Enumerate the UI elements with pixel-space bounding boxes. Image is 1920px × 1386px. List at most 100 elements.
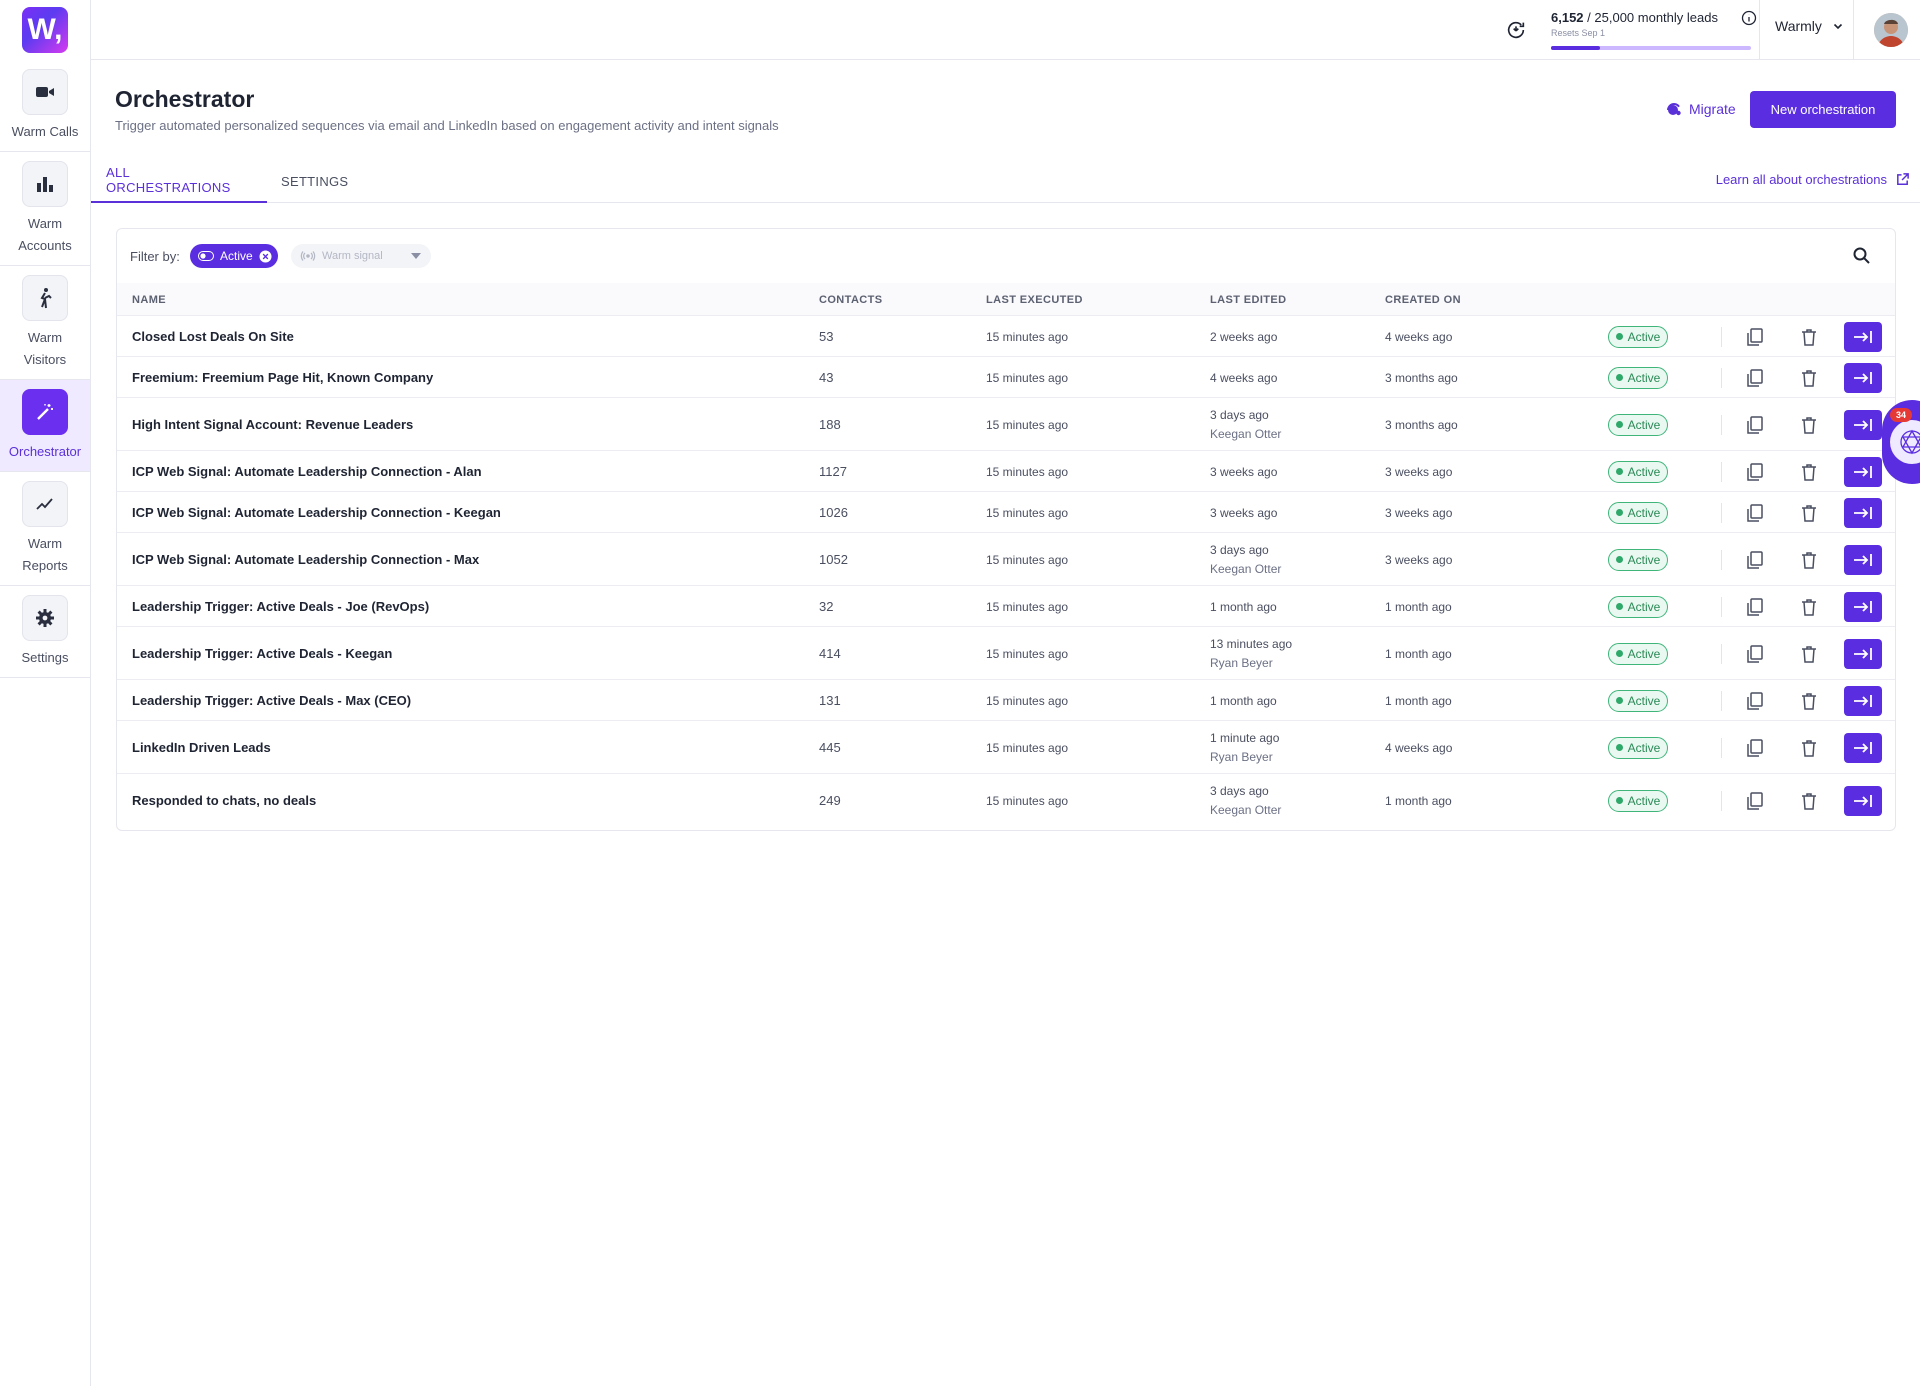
table-row[interactable]: Responded to chats, no deals 249 15 minute…: [117, 774, 1895, 827]
orchestration-name[interactable]: ICP Web Signal: Automate Leadership Conn…: [132, 464, 482, 479]
orchestration-name[interactable]: Closed Lost Deals On Site: [132, 329, 294, 344]
orchestration-name[interactable]: Leadership Trigger: Active Deals - Max (…: [132, 693, 411, 708]
table-row[interactable]: Freemium: Freemium Page Hit, Known Compa…: [117, 357, 1895, 398]
orchestration-name[interactable]: ICP Web Signal: Automate Leadership Conn…: [132, 552, 479, 567]
orchestration-name[interactable]: High Intent Signal Account: Revenue Lead…: [132, 417, 413, 432]
sidebar-item-orchestrator[interactable]: Orchestrator: [0, 380, 90, 472]
open-orchestration-button[interactable]: [1844, 732, 1882, 763]
trash-icon[interactable]: [1799, 415, 1819, 435]
migrate-button[interactable]: Migrate: [1666, 101, 1736, 117]
sidebar-item-warm-accounts[interactable]: Warm Accounts: [0, 152, 90, 266]
user-avatar[interactable]: [1874, 13, 1908, 47]
table-row[interactable]: LinkedIn Driven Leads 445 15 minutes ago 1 …: [117, 721, 1895, 774]
copy-icon[interactable]: [1745, 738, 1765, 758]
open-orchestration-button[interactable]: [1844, 685, 1882, 716]
last-executed: 15 minutes ago: [986, 740, 1069, 755]
table-row[interactable]: Leadership Trigger: Active Deals - Joe (…: [117, 586, 1895, 627]
last-edited: 2 weeks ago: [1210, 330, 1277, 344]
remove-filter-icon[interactable]: [259, 249, 272, 263]
migrate-label: Migrate: [1689, 101, 1736, 117]
orchestration-name[interactable]: Leadership Trigger: Active Deals - Keega…: [132, 646, 392, 661]
open-orchestration-button[interactable]: [1844, 321, 1882, 352]
table-row[interactable]: Closed Lost Deals On Site 53 15 minutes ag…: [117, 316, 1895, 357]
new-orchestration-button[interactable]: New orchestration: [1750, 91, 1896, 128]
sidebar-item-warm-visitors[interactable]: Warm Visitors: [0, 266, 90, 380]
status-dot: [1615, 421, 1623, 428]
copy-icon[interactable]: [1745, 327, 1765, 347]
copy-icon[interactable]: [1745, 462, 1765, 482]
chat-widget[interactable]: 34: [1880, 400, 1920, 484]
open-orchestration-button[interactable]: [1844, 497, 1882, 528]
table-row[interactable]: Leadership Trigger: Active Deals - Max (…: [117, 680, 1895, 721]
last-executed: 15 minutes ago: [986, 599, 1069, 614]
network-icon: [1900, 429, 1920, 455]
copy-icon[interactable]: [1745, 791, 1765, 811]
table-row[interactable]: ICP Web Signal: Automate Leadership Conn…: [117, 492, 1895, 533]
row-divider: [1721, 790, 1722, 811]
orchestration-name[interactable]: LinkedIn Driven Leads: [132, 740, 271, 755]
arrow-to-line-icon: [1854, 553, 1872, 566]
table-row[interactable]: Leadership Trigger: Active Deals - Keega…: [117, 627, 1895, 680]
table-row[interactable]: ICP Web Signal: Automate Leadership Conn…: [117, 451, 1895, 492]
orchestration-name[interactable]: Responded to chats, no deals: [132, 793, 316, 808]
orchestration-name[interactable]: Freemium: Freemium Page Hit, Known Compa…: [132, 370, 433, 385]
copy-icon[interactable]: [1745, 597, 1765, 617]
tab-all-orchestrations[interactable]: ALL ORCHESTRATIONS: [91, 159, 267, 203]
gear-icon: [22, 595, 68, 641]
sidebar-item-warm-calls[interactable]: Warm Calls: [0, 60, 90, 152]
status-dot: [1615, 697, 1623, 704]
last-edited: 3 days ago Keegan Otter: [1210, 543, 1281, 576]
warmly-logo[interactable]: W,: [22, 7, 68, 53]
open-orchestration-button[interactable]: [1844, 591, 1882, 622]
copy-icon[interactable]: [1745, 550, 1765, 570]
copy-icon[interactable]: [1745, 368, 1765, 388]
column-header-contacts[interactable]: CONTACTS: [819, 294, 883, 306]
info-icon[interactable]: [1741, 10, 1757, 26]
trash-icon[interactable]: [1799, 644, 1819, 664]
trash-icon[interactable]: [1799, 597, 1819, 617]
column-header-name[interactable]: NAME: [132, 294, 166, 306]
open-orchestration-button[interactable]: [1844, 362, 1882, 393]
table-row[interactable]: ICP Web Signal: Automate Leadership Conn…: [117, 533, 1895, 586]
trash-icon[interactable]: [1799, 327, 1819, 347]
open-orchestration-button[interactable]: [1844, 456, 1882, 487]
column-header-created-on[interactable]: CREATED ON: [1385, 294, 1461, 306]
orchestrations-card: Filter by: Active Warm signal NAME CONTA…: [116, 228, 1896, 831]
table-row[interactable]: High Intent Signal Account: Revenue Lead…: [117, 398, 1895, 451]
last-edited-time: 3 days ago: [1210, 542, 1269, 557]
open-orchestration-button[interactable]: [1844, 409, 1882, 440]
trash-icon[interactable]: [1799, 368, 1819, 388]
chat-widget-icon: [1890, 420, 1920, 464]
sidebar-item-warm-reports[interactable]: Warm Reports: [0, 472, 90, 586]
last-edited-time: 4 weeks ago: [1210, 370, 1278, 385]
warm-signal-select[interactable]: Warm signal: [291, 244, 431, 268]
search-icon[interactable]: [1852, 246, 1872, 266]
copy-icon[interactable]: [1745, 503, 1765, 523]
workspace-selector[interactable]: Warmly: [1775, 18, 1844, 34]
trash-icon[interactable]: [1799, 791, 1819, 811]
edited-by: Keegan Otter: [1210, 561, 1282, 576]
copy-icon[interactable]: [1745, 691, 1765, 711]
open-orchestration-button[interactable]: [1844, 785, 1882, 816]
tab-settings[interactable]: SETTINGS: [266, 159, 363, 203]
column-header-last-executed[interactable]: LAST EXECUTED: [986, 294, 1083, 306]
trash-icon[interactable]: [1799, 691, 1819, 711]
orchestration-name[interactable]: ICP Web Signal: Automate Leadership Conn…: [132, 505, 501, 520]
trash-icon[interactable]: [1799, 738, 1819, 758]
trash-icon[interactable]: [1799, 550, 1819, 570]
sync-icon[interactable]: [1505, 19, 1527, 41]
copy-icon[interactable]: [1745, 644, 1765, 664]
column-header-last-edited[interactable]: LAST EDITED: [1210, 294, 1287, 306]
trash-icon[interactable]: [1799, 462, 1819, 482]
copy-icon[interactable]: [1745, 415, 1765, 435]
trash-icon[interactable]: [1799, 503, 1819, 523]
chevron-down-icon: [1833, 23, 1842, 30]
last-executed: 15 minutes ago: [986, 329, 1069, 344]
open-orchestration-button[interactable]: [1844, 638, 1882, 669]
last-edited: 13 minutes ago Ryan Beyer: [1210, 637, 1292, 670]
orchestration-name[interactable]: Leadership Trigger: Active Deals - Joe (…: [132, 599, 429, 614]
sidebar-item-settings[interactable]: Settings: [0, 586, 90, 678]
active-filter-chip[interactable]: Active: [190, 244, 278, 268]
open-orchestration-button[interactable]: [1844, 544, 1882, 575]
learn-orchestrations-link[interactable]: Learn all about orchestrations: [1716, 172, 1910, 187]
